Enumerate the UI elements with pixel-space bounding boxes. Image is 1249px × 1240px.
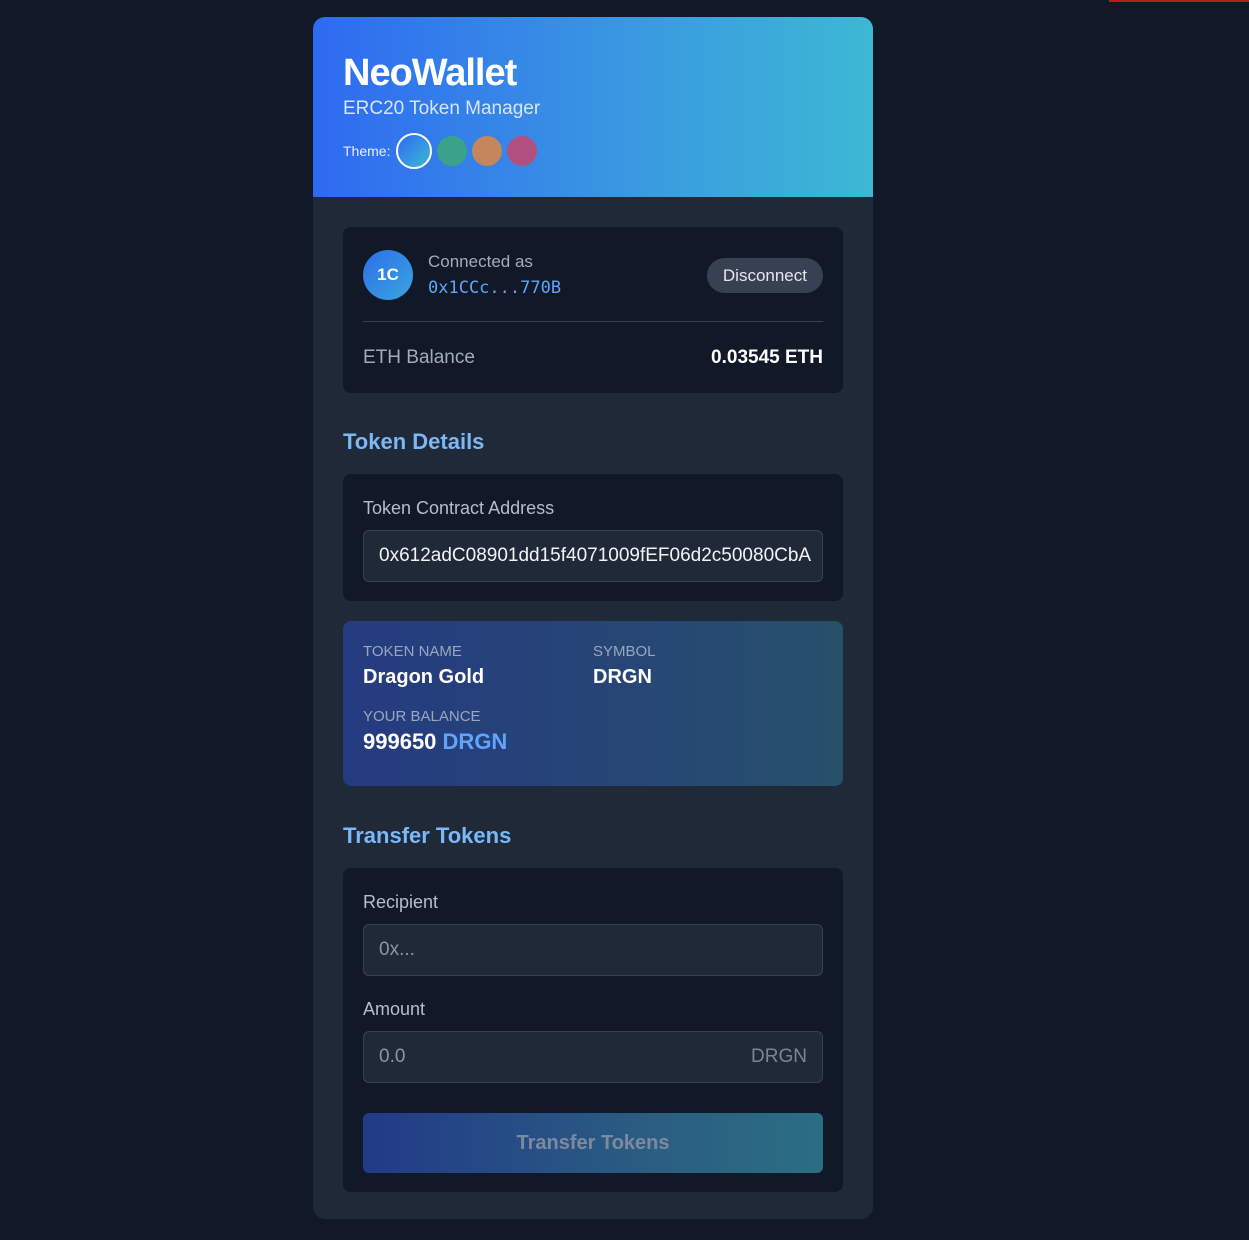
theme-swatch-teal[interactable]	[437, 136, 468, 166]
amount-placeholder: 0.0	[379, 1046, 406, 1067]
token-balance-amount: 999650	[363, 729, 437, 754]
transfer-title: Transfer Tokens	[343, 823, 512, 848]
theme-swatch-blue[interactable]	[396, 133, 433, 169]
eth-balance-label: ETH Balance	[363, 347, 475, 368]
token-symbol-value: DRGN	[593, 666, 652, 688]
token-symbol-block: SYMBOL DRGN	[593, 643, 823, 690]
token-details-title: Token Details	[343, 429, 485, 454]
wallet-body: 1C Connected as 0x1CCc...770B Disconnect…	[313, 197, 873, 1192]
token-name-label: TOKEN NAME	[363, 643, 462, 660]
account-info: Connected as 0x1CCc...770B	[428, 251, 707, 300]
account-panel: 1C Connected as 0x1CCc...770B Disconnect…	[343, 227, 843, 393]
transfer-button[interactable]: Transfer Tokens	[363, 1113, 823, 1173]
contract-panel: Token Contract Address 0x612adC08901dd15…	[343, 474, 843, 601]
recipient-input[interactable]: 0x...	[363, 924, 823, 976]
token-name-value: Dragon Gold	[363, 666, 485, 688]
contract-address-value: 0x612adC08901dd15f4071009fEF06d2c50080Cb…	[379, 545, 812, 566]
token-balance-symbol: DRGN	[442, 729, 508, 754]
amount-input[interactable]: 0.0 DRGN	[363, 1031, 823, 1083]
recipient-label: Recipient	[363, 892, 439, 912]
recipient-placeholder: 0x...	[379, 939, 415, 960]
account-row: 1C Connected as 0x1CCc...770B Disconnect	[363, 250, 823, 300]
eth-balance-value: 0.03545 ETH	[711, 347, 823, 368]
theme-swatch-rose[interactable]	[507, 136, 538, 166]
token-name-block: TOKEN NAME Dragon Gold	[363, 643, 593, 690]
amount-label: Amount	[363, 999, 426, 1019]
contract-address-input[interactable]: 0x612adC08901dd15f4071009fEF06d2c50080Cb…	[363, 530, 823, 582]
app-title: NeoWallet	[343, 52, 517, 94]
eth-balance-row: ETH Balance 0.03545 ETH	[363, 322, 823, 394]
app-subtitle: ERC20 Token Manager	[343, 98, 541, 119]
wallet-card: NeoWallet ERC20 Token Manager Theme: 1C …	[313, 17, 873, 1219]
theme-label: Theme:	[343, 143, 391, 159]
amount-suffix: DRGN	[751, 1046, 807, 1067]
token-balance-label: YOUR BALANCE	[363, 708, 481, 725]
contract-address-label: Token Contract Address	[363, 498, 555, 518]
wallet-address: 0x1CCc...770B	[428, 277, 562, 298]
connected-label: Connected as	[428, 251, 533, 271]
token-balance-block: YOUR BALANCE 999650 DRGN	[363, 708, 823, 757]
theme-swatch-amber[interactable]	[472, 136, 503, 166]
token-balance-value: 999650 DRGN	[363, 727, 823, 757]
token-symbol-label: SYMBOL	[593, 643, 656, 660]
token-info-card: TOKEN NAME Dragon Gold SYMBOL DRGN YOUR …	[343, 621, 843, 786]
top-edge-accent	[1109, 0, 1249, 2]
transfer-panel: Recipient 0x... Amount 0.0 DRGN Transfer…	[343, 868, 843, 1192]
wallet-header: NeoWallet ERC20 Token Manager Theme:	[313, 17, 873, 197]
disconnect-button[interactable]: Disconnect	[706, 257, 823, 293]
token-meta-grid: TOKEN NAME Dragon Gold SYMBOL DRGN	[363, 643, 823, 690]
theme-selector: Theme:	[343, 133, 843, 169]
avatar: 1C	[363, 250, 413, 300]
